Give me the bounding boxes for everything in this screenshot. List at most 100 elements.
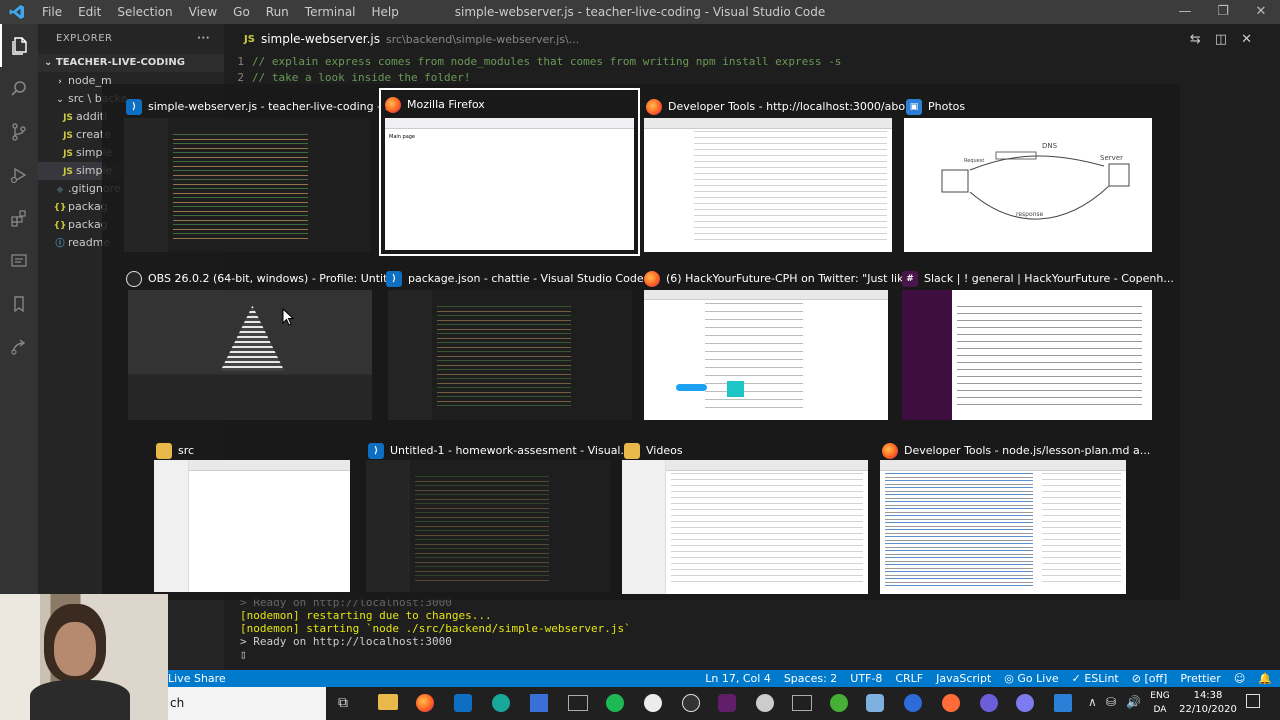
status-bar: Live Share Ln 17, Col 4 Spaces: 2 UTF-8 … xyxy=(0,670,1280,687)
go-live-label: Go Live xyxy=(1017,672,1059,685)
window-thumb-slack[interactable]: # Slack | ! general | HackYourFuture - Co… xyxy=(898,264,1174,424)
menu-selection[interactable]: Selection xyxy=(109,5,180,19)
menu-edit[interactable]: Edit xyxy=(70,5,109,19)
paint-icon[interactable] xyxy=(866,694,884,712)
webcam-shoulders xyxy=(30,680,130,720)
broadcast-icon: ◎ xyxy=(1004,672,1018,685)
split-editor-icon[interactable]: ◫ xyxy=(1215,32,1227,47)
sketch-label: Server xyxy=(1100,154,1123,162)
window-thumb-vscode-chattie[interactable]: ⟩ package.json - chattie - Visual Studio … xyxy=(382,264,644,424)
task-view-icon[interactable]: ⧉ xyxy=(338,695,348,711)
file-explorer-icon[interactable] xyxy=(378,694,398,710)
language-mode[interactable]: JavaScript xyxy=(936,670,991,687)
vscode-logo-icon xyxy=(0,0,34,24)
chevron-up-icon[interactable]: ∧ xyxy=(1088,695,1097,709)
action-center-icon[interactable] xyxy=(1246,694,1260,708)
run-debug-icon[interactable] xyxy=(0,153,38,196)
menu-file[interactable]: File xyxy=(34,5,70,19)
search-input[interactable]: ch xyxy=(170,696,184,710)
window-thumb-devtools-about[interactable]: Developer Tools - http://localhost:3000/… xyxy=(642,92,916,254)
obs-taskbar-icon[interactable] xyxy=(682,694,700,712)
window-thumb-firefox[interactable]: Mozilla Firefox Main page xyxy=(379,88,640,256)
minimize-button[interactable]: — xyxy=(1166,0,1204,24)
vivaldi-icon[interactable] xyxy=(644,694,662,712)
app-icon[interactable] xyxy=(756,694,774,712)
menu-terminal[interactable]: Terminal xyxy=(297,5,364,19)
snipping-tool-icon[interactable] xyxy=(792,695,812,711)
firefox-app-icon xyxy=(646,99,662,115)
restore-button[interactable]: ❐ xyxy=(1204,0,1242,24)
open-changes-icon[interactable]: ⇆ xyxy=(1190,32,1201,47)
app-icon[interactable] xyxy=(980,694,998,712)
gitkraken-icon[interactable] xyxy=(492,694,510,712)
bookmarks-icon[interactable] xyxy=(0,282,38,325)
spotify-icon[interactable] xyxy=(606,694,624,712)
close-button[interactable]: ✕ xyxy=(1242,0,1280,24)
window-thumb-photos[interactable]: ▣ Photos Server DNS Request response xyxy=(902,92,1154,254)
indentation[interactable]: Spaces: 2 xyxy=(784,670,837,687)
maps-icon[interactable] xyxy=(904,694,922,712)
explorer-icon[interactable] xyxy=(0,24,38,67)
clock[interactable]: 14:38 22/10/2020 xyxy=(1176,689,1240,717)
window-preview xyxy=(902,290,1152,420)
extensions-icon[interactable] xyxy=(0,196,38,239)
notifications-icon[interactable]: 🔔 xyxy=(1258,670,1272,687)
remote-explorer-icon[interactable] xyxy=(0,239,38,282)
line-ending[interactable]: CRLF xyxy=(895,670,923,687)
window-thumb-src-folder[interactable]: src xyxy=(152,436,352,596)
menu-run[interactable]: Run xyxy=(258,5,297,19)
menu-go[interactable]: Go xyxy=(225,5,258,19)
window-thumb-devtools-lesson[interactable]: Developer Tools - node.js/lesson-plan.md… xyxy=(878,436,1150,596)
terminal-panel[interactable]: > Ready on http://localhost:3000 [nodemo… xyxy=(224,596,1280,672)
window-thumb-twitter[interactable]: (6) HackYourFuture-CPH on Twitter: "Just… xyxy=(640,264,914,424)
editor-tab-title[interactable]: simple-webserver.js xyxy=(261,32,380,46)
postman-icon[interactable] xyxy=(942,694,960,712)
folder-app-icon xyxy=(624,443,640,459)
window-title: Slack | ! general | HackYourFuture - Cop… xyxy=(924,272,1174,285)
workspace-section[interactable]: ⌄ TEACHER-LIVE-CODING xyxy=(38,54,224,72)
git-file-icon: ◆ xyxy=(56,185,64,195)
obs-app-icon xyxy=(126,271,142,287)
firefox-icon[interactable] xyxy=(416,694,434,712)
encoding[interactable]: UTF-8 xyxy=(850,670,882,687)
network-icon[interactable]: ⛁ xyxy=(1106,695,1116,709)
network-app-icon[interactable] xyxy=(530,694,548,712)
photos-taskbar-icon[interactable] xyxy=(1054,694,1072,712)
menu-help[interactable]: Help xyxy=(364,5,407,19)
search-box[interactable]: ch xyxy=(168,687,326,720)
sketch-label: DNS xyxy=(1042,142,1058,150)
close-editor-icon[interactable]: ✕ xyxy=(1241,32,1252,47)
window-title: OBS 26.0.2 (64-bit, windows) - Profile: … xyxy=(148,272,398,285)
language-code: ENG xyxy=(1150,691,1170,701)
live-share-icon[interactable] xyxy=(0,325,38,368)
window-preview xyxy=(388,290,632,420)
window-title: (6) HackYourFuture-CPH on Twitter: "Just… xyxy=(666,272,914,285)
json-file-icon: {} xyxy=(53,203,67,213)
feedback-icon[interactable]: ☺ xyxy=(1234,670,1245,687)
screen-tool-icon[interactable] xyxy=(568,695,588,711)
window-thumb-obs[interactable]: OBS 26.0.2 (64-bit, windows) - Profile: … xyxy=(122,264,398,424)
slack-taskbar-icon[interactable] xyxy=(718,694,736,712)
window-thumb-vscode-untitled[interactable]: ⟩ Untitled-1 - homework-assesment - Visua… xyxy=(364,436,631,596)
live-share-status[interactable]: Live Share xyxy=(168,670,226,687)
language-indicator[interactable]: ENG DA xyxy=(1148,689,1172,717)
menu-view[interactable]: View xyxy=(181,5,225,19)
bell-off-icon: ⊘ xyxy=(1131,672,1145,685)
prettier-status[interactable]: Prettier xyxy=(1180,670,1220,687)
cursor-position[interactable]: Ln 17, Col 4 xyxy=(705,670,771,687)
eslint-status[interactable]: ✓ ESLint xyxy=(1072,670,1119,687)
vscode-taskbar-icon[interactable] xyxy=(454,694,472,712)
more-actions-icon[interactable]: ··· xyxy=(197,24,210,54)
app-icon[interactable] xyxy=(1016,694,1034,712)
go-live-button[interactable]: ◎ Go Live xyxy=(1004,670,1058,687)
volume-icon[interactable]: 🔊 xyxy=(1126,695,1141,709)
source-control-icon[interactable] xyxy=(0,110,38,153)
window-thumb-vscode-webserver[interactable]: ⟩ simple-webserver.js - teacher-live-codi… xyxy=(122,92,395,254)
clock-date: 22/10/2020 xyxy=(1179,704,1237,715)
folder-app-icon xyxy=(156,443,172,459)
off-status[interactable]: ⊘ [off] xyxy=(1132,670,1168,687)
window-thumb-videos-folder[interactable]: Videos xyxy=(620,436,872,596)
search-icon[interactable] xyxy=(0,67,38,110)
xbox-icon[interactable] xyxy=(830,694,848,712)
sketch-label: Request xyxy=(964,158,984,164)
